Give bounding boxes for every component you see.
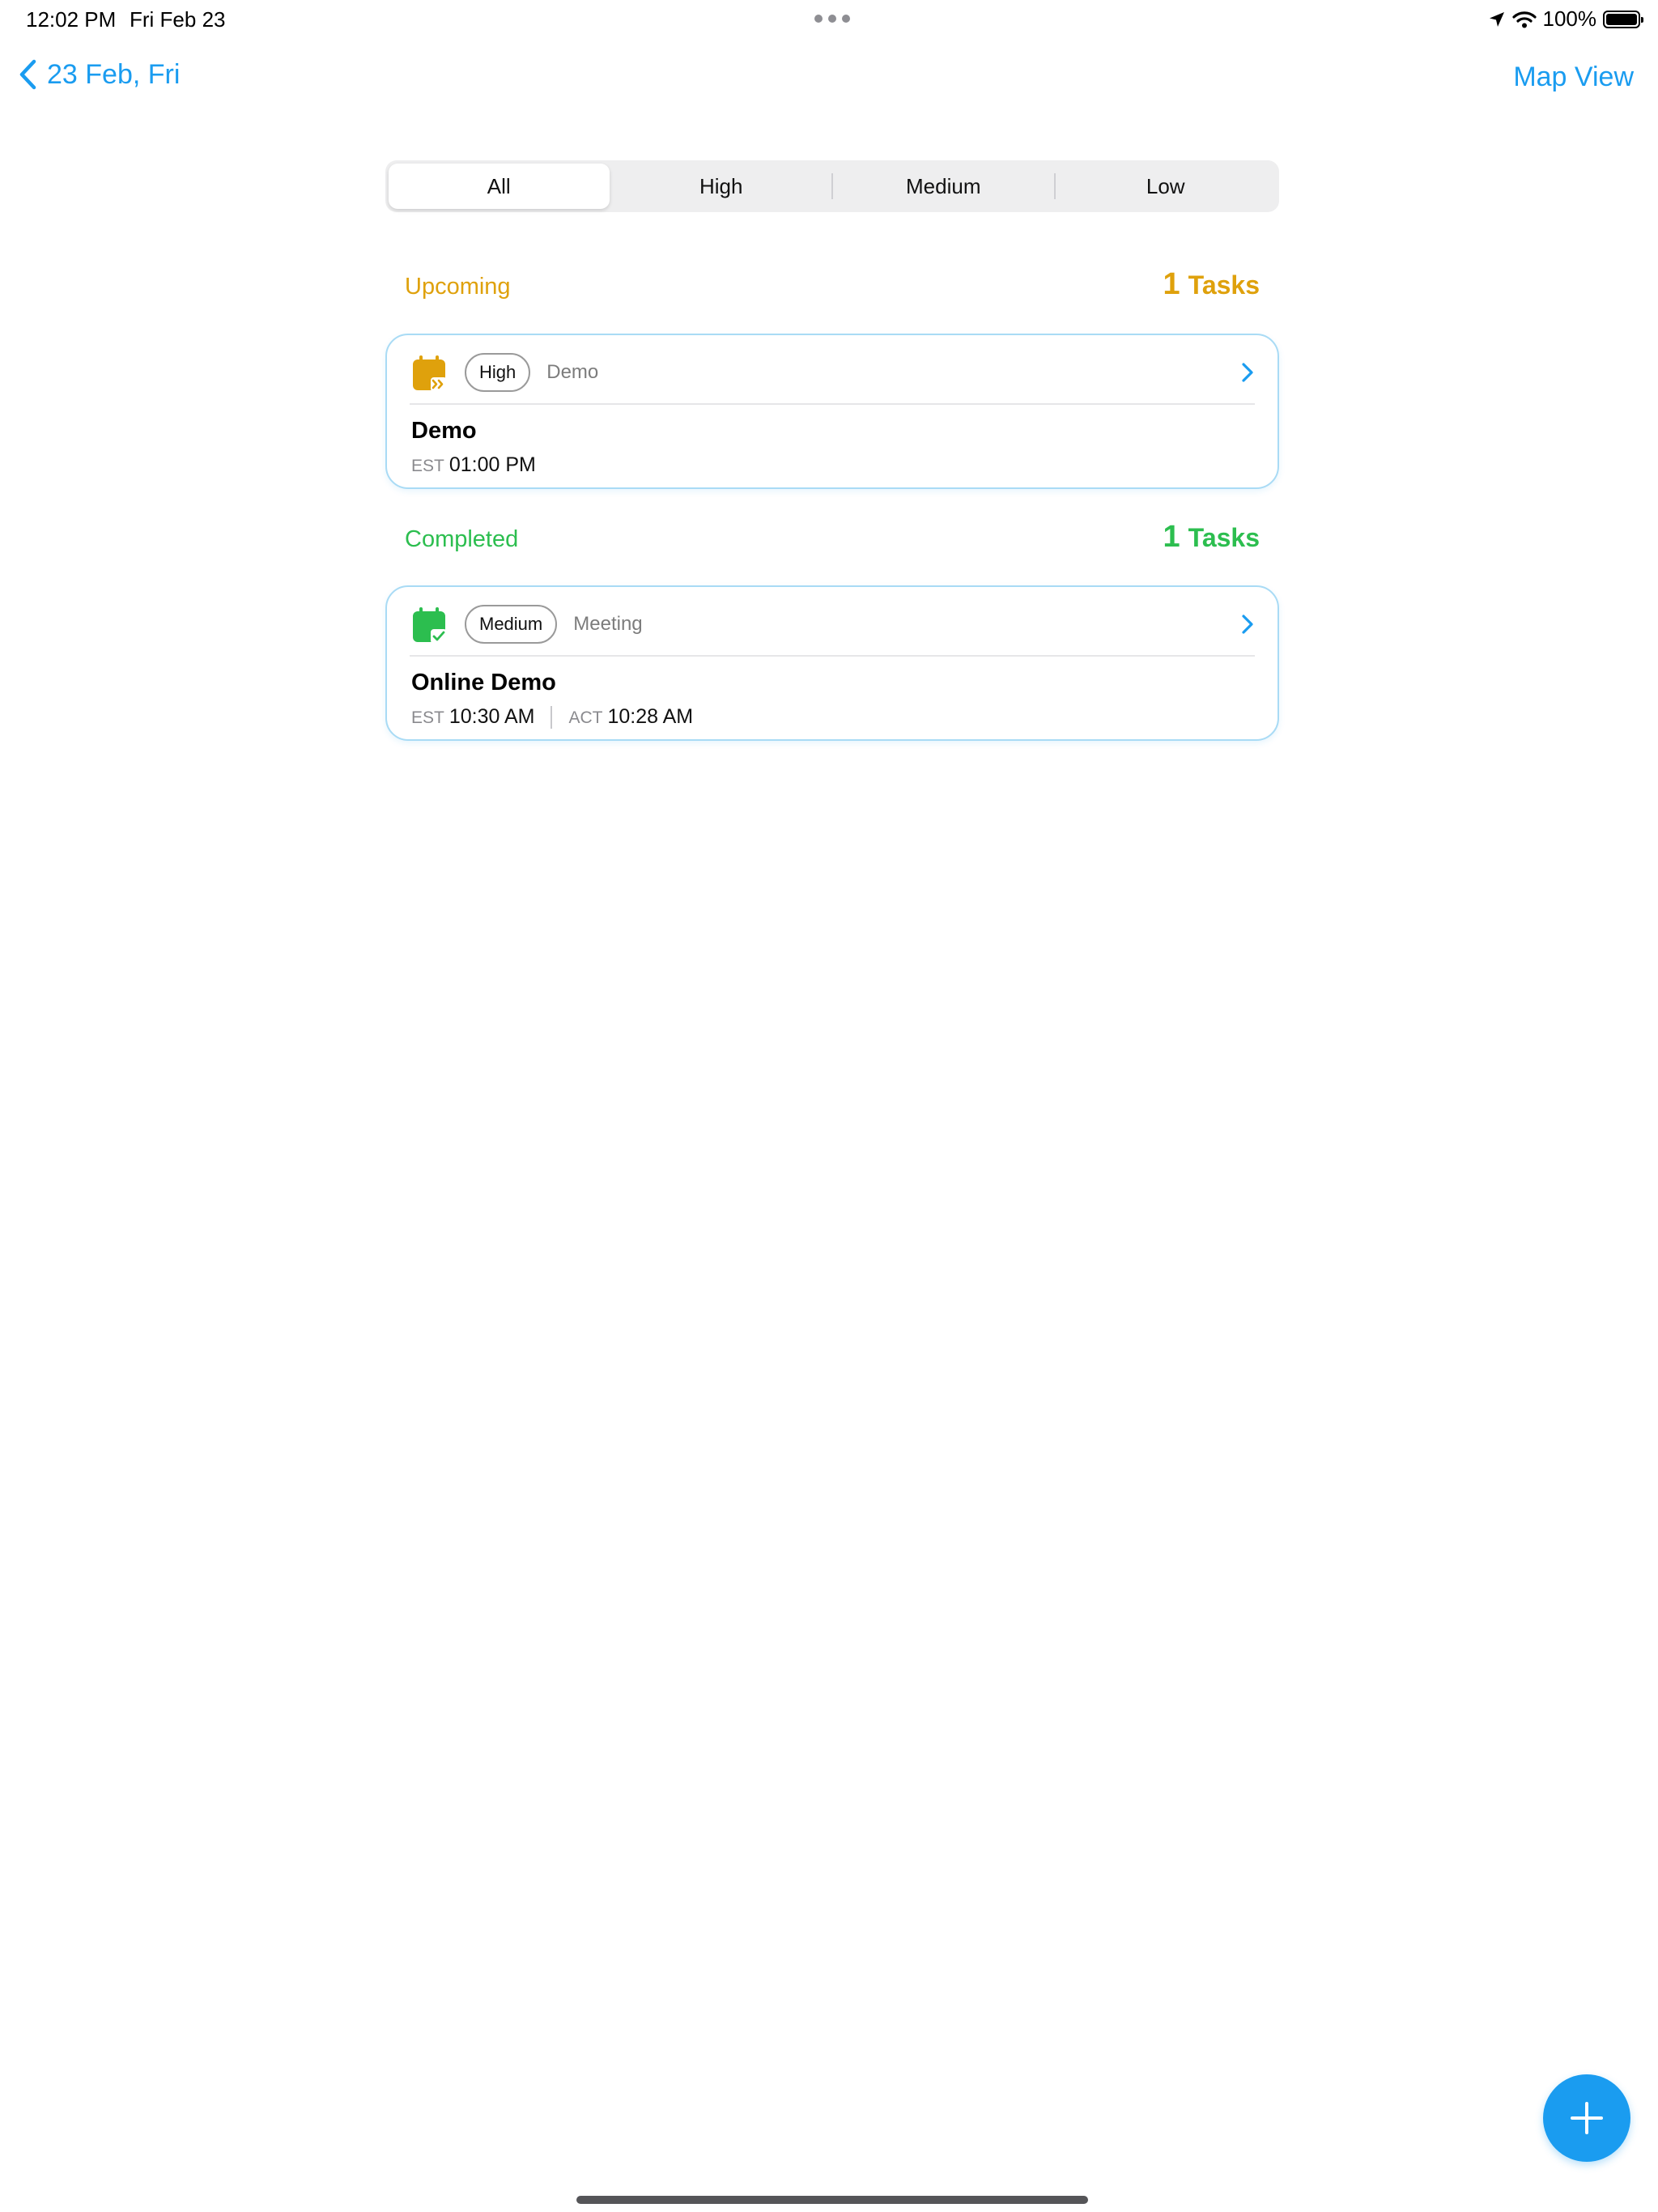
divider: [410, 403, 1255, 405]
back-button-label: 23 Feb, Fri: [47, 58, 181, 90]
task-title: Demo: [411, 418, 477, 444]
upcoming-count-number: 1: [1163, 267, 1180, 301]
upcoming-count: 1 Tasks: [1163, 267, 1261, 302]
est-time: 01:00 PM: [449, 453, 536, 476]
act-time: 10:28 AM: [607, 705, 694, 728]
task-category: Meeting: [573, 613, 643, 635]
chevron-left-icon: [19, 59, 36, 90]
est-label: EST: [411, 457, 444, 475]
upcoming-section-header: Upcoming 1 Tasks: [405, 267, 1260, 302]
multitasking-dots-icon[interactable]: [814, 15, 850, 23]
task-times: EST 01:00 PM: [411, 453, 536, 477]
completed-count-number: 1: [1163, 520, 1180, 554]
calendar-check-icon: [413, 607, 447, 644]
completed-count: 1 Tasks: [1163, 520, 1261, 555]
segment-high[interactable]: High: [611, 164, 832, 209]
chevron-right-icon[interactable]: [1240, 361, 1255, 384]
status-date: Fri Feb 23: [130, 7, 226, 32]
priority-filter: All High Medium Low: [385, 160, 1279, 212]
calendar-upcoming-icon: [413, 355, 447, 392]
back-button[interactable]: 23 Feb, Fri: [18, 58, 180, 91]
upcoming-count-unit: Tasks: [1188, 270, 1260, 300]
task-times: EST 10:30 AM ACT 10:28 AM: [411, 705, 693, 729]
status-bar: 12:02 PM Fri Feb 23 100%: [0, 0, 1658, 40]
task-category: Demo: [546, 361, 599, 383]
battery-percent: 100%: [1542, 6, 1597, 31]
completed-section-header: Completed 1 Tasks: [405, 520, 1260, 555]
act-label: ACT: [568, 708, 603, 727]
task-card-header: High Demo: [410, 350, 1255, 395]
task-title: Online Demo: [411, 670, 556, 696]
priority-badge: High: [465, 353, 531, 392]
chevron-right-icon[interactable]: [1240, 613, 1255, 636]
segment-medium[interactable]: Medium: [833, 164, 1054, 209]
upcoming-title: Upcoming: [405, 274, 511, 300]
map-view-button[interactable]: Map View: [1513, 62, 1634, 93]
battery-icon: [1603, 10, 1643, 28]
status-indicators: 100%: [1488, 6, 1643, 32]
est-time: 10:30 AM: [449, 705, 535, 728]
plus-icon: [1571, 2102, 1603, 2134]
segment-all[interactable]: All: [389, 164, 610, 209]
est-label: EST: [411, 708, 444, 727]
wifi-icon: [1511, 11, 1537, 28]
task-card-online-demo[interactable]: Medium Meeting Online Demo EST 10:30 AM …: [385, 585, 1279, 741]
task-card-demo[interactable]: High Demo Demo EST 01:00 PM: [385, 334, 1279, 489]
task-card-header: Medium Meeting: [410, 602, 1255, 647]
home-indicator[interactable]: [576, 2196, 1088, 2204]
status-time: 12:02 PM: [26, 7, 117, 32]
priority-badge: Medium: [465, 605, 558, 644]
completed-count-unit: Tasks: [1188, 523, 1260, 552]
time-separator: [551, 705, 553, 729]
segment-low[interactable]: Low: [1056, 164, 1277, 209]
completed-title: Completed: [405, 526, 519, 552]
add-task-button[interactable]: [1543, 2074, 1630, 2162]
divider: [410, 655, 1255, 657]
location-arrow-icon: [1489, 11, 1504, 27]
